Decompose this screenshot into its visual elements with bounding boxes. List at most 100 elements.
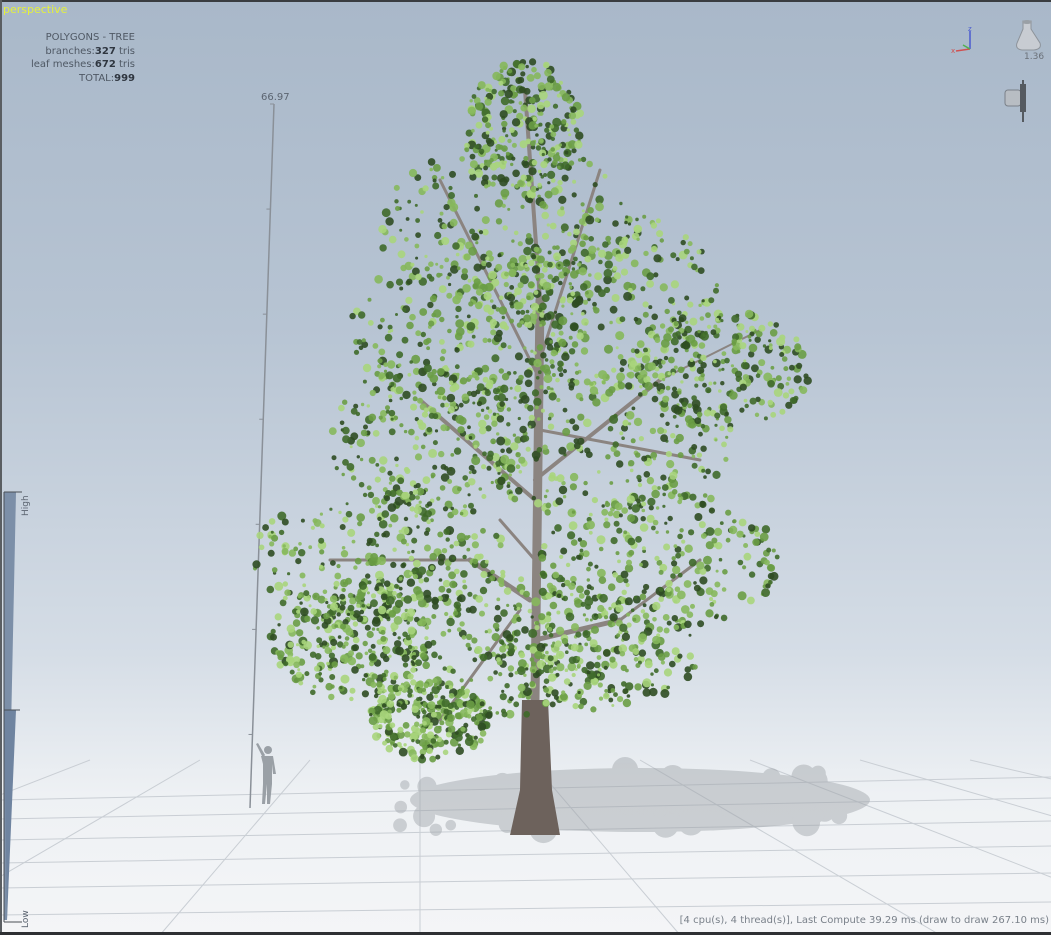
leaf [495, 466, 502, 473]
leaf [546, 223, 550, 227]
leaf [510, 183, 515, 187]
leaf [508, 473, 512, 477]
leaf [345, 510, 353, 518]
leaf [612, 220, 619, 227]
axis-gizmo-icon[interactable]: z x [950, 25, 980, 55]
leaf [479, 709, 484, 713]
leaf [299, 601, 303, 605]
leaf [366, 603, 371, 607]
leaf [389, 475, 396, 482]
leaf [531, 495, 536, 501]
leaf [439, 485, 446, 491]
shadow-blob [829, 793, 841, 805]
leaf [544, 509, 551, 516]
leaf [634, 683, 642, 691]
leaf [712, 470, 721, 479]
leaf [675, 257, 680, 262]
leaf [747, 334, 752, 339]
svg-text:z: z [968, 25, 972, 33]
leaf [591, 497, 599, 504]
leaf [578, 703, 584, 710]
leaf [724, 357, 730, 364]
leaf [449, 218, 458, 227]
leaf [295, 558, 302, 565]
shadow-blob [677, 809, 705, 836]
leaf [670, 433, 676, 439]
leaf [382, 646, 391, 655]
leaf [680, 380, 684, 384]
leaf [370, 599, 378, 608]
leaf [295, 629, 304, 637]
leaf [490, 480, 494, 485]
leaf [625, 582, 630, 588]
leaf [779, 408, 786, 415]
leaf [583, 480, 588, 486]
leaf [440, 424, 448, 432]
leaf [287, 572, 291, 576]
leaf [471, 456, 481, 466]
leaf [330, 560, 336, 566]
leaf [653, 668, 659, 674]
leaf [549, 80, 554, 84]
leaf [703, 555, 712, 565]
leaf [550, 562, 557, 569]
leaf [767, 564, 776, 572]
leaf [671, 489, 678, 495]
leaf [502, 630, 512, 639]
leaf [705, 587, 714, 595]
leaf [544, 358, 549, 362]
leaf [467, 591, 473, 597]
leaf [611, 367, 617, 373]
leaf [413, 559, 421, 568]
leaf [571, 672, 576, 678]
leaf [768, 339, 772, 343]
leaf [761, 588, 770, 597]
leaf [469, 153, 476, 160]
leaf [452, 242, 460, 250]
leaf [313, 594, 317, 599]
leaf [615, 253, 624, 262]
zoom-flask-icon[interactable] [1013, 18, 1043, 52]
leaf [468, 246, 477, 256]
leaf [379, 456, 388, 465]
leaf [713, 614, 719, 620]
leaf [374, 476, 381, 483]
leaf [661, 484, 669, 491]
leaf [656, 230, 664, 238]
leaf [671, 404, 680, 414]
leaf [794, 343, 802, 351]
leaf [493, 394, 500, 401]
leaf [428, 261, 434, 268]
leaf [514, 671, 519, 675]
leaf [325, 682, 334, 691]
leaf [359, 581, 367, 590]
leaf [303, 641, 313, 650]
leaf [389, 722, 396, 728]
leaf [503, 325, 509, 331]
leaf [508, 269, 517, 277]
leaf [625, 382, 633, 390]
leaf [481, 494, 487, 499]
3d-viewport[interactable] [0, 0, 1051, 935]
leaf [378, 519, 388, 529]
leaf [538, 90, 548, 100]
leaf [700, 445, 707, 452]
leaf [553, 252, 562, 261]
leaf [580, 312, 585, 316]
leaf [633, 417, 643, 427]
leaf [431, 651, 438, 659]
leaf [714, 412, 721, 419]
leaf [781, 356, 788, 362]
leaf [429, 552, 438, 561]
lod-slider[interactable] [2, 490, 28, 930]
leaf [457, 743, 461, 747]
camera-icon[interactable] [1003, 80, 1037, 122]
leaf [650, 672, 654, 676]
leaf [426, 346, 430, 351]
leaf [539, 201, 547, 209]
view-mode-label[interactable]: perspective [3, 3, 67, 16]
leaf [527, 281, 535, 289]
leaf [568, 381, 575, 389]
leaf [482, 709, 488, 714]
leaf [432, 677, 438, 684]
